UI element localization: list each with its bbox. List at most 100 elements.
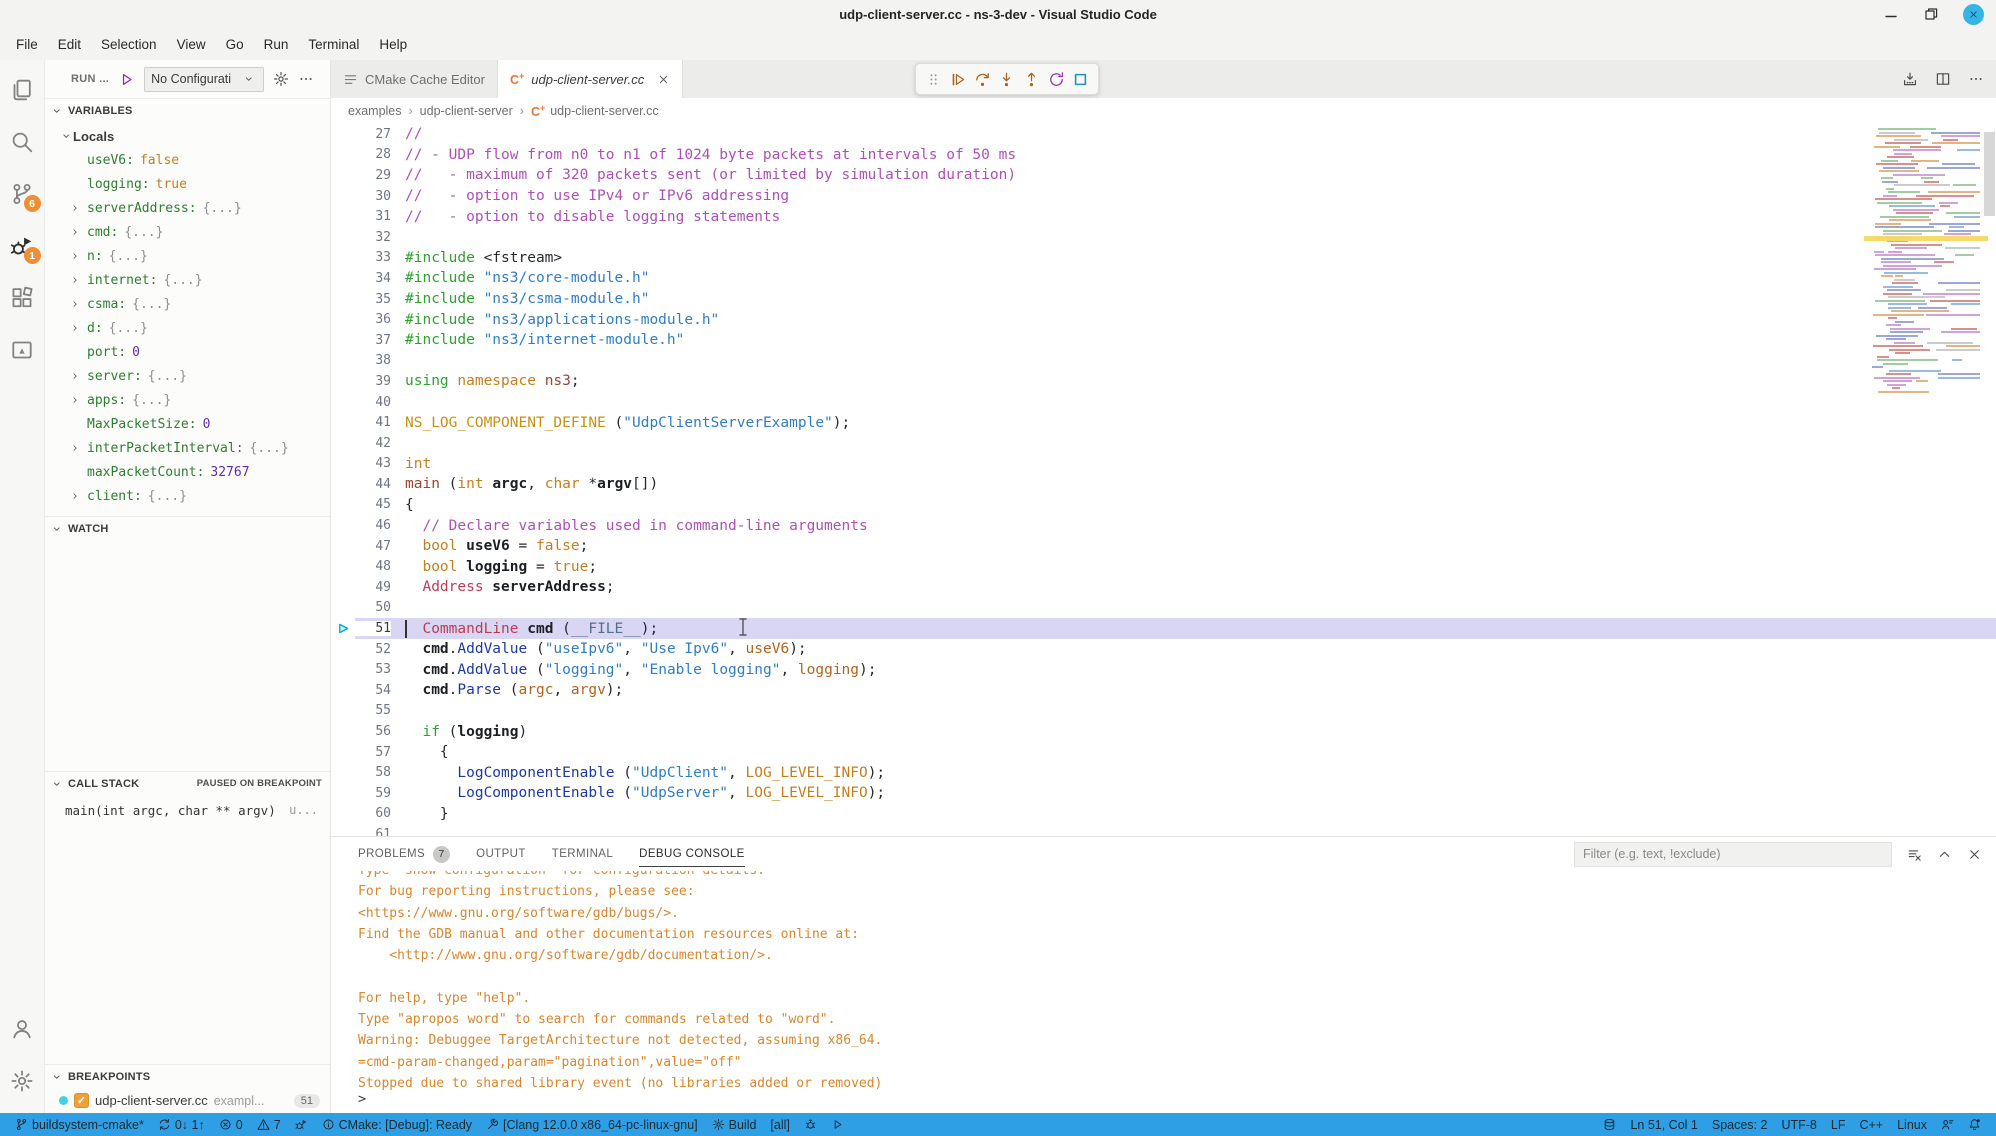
breakpoint-gutter[interactable]	[331, 186, 355, 207]
call-stack-section-header[interactable]: › CALL STACK PAUSED ON BREAKPOINT	[45, 771, 330, 795]
breakpoint-gutter[interactable]	[331, 371, 355, 392]
activity-account[interactable]	[0, 1003, 45, 1055]
code-line-31[interactable]: 31// - option to disable logging stateme…	[331, 206, 1996, 227]
code-line-27[interactable]: 27//	[331, 124, 1996, 145]
code-line-42[interactable]: 42	[331, 433, 1996, 454]
breakpoint-gutter[interactable]	[331, 495, 355, 516]
menu-run[interactable]: Run	[254, 33, 299, 56]
breakpoint-gutter[interactable]	[331, 680, 355, 701]
variable-row-apps[interactable]: ›apps:{...}	[45, 388, 330, 412]
code-line-46[interactable]: 46 // Declare variables used in command-…	[331, 515, 1996, 536]
step-over-button[interactable]	[971, 68, 993, 90]
scope-locals[interactable]: › Locals	[45, 124, 330, 148]
code-line-59[interactable]: 59 LogComponentEnable ("UdpServer", LOG_…	[331, 783, 1996, 804]
status-warning-count[interactable]: 7	[250, 1113, 288, 1136]
status-encoding[interactable]: UTF-8	[1774, 1113, 1823, 1136]
code-line-34[interactable]: 34#include "ns3/core-module.h"	[331, 268, 1996, 289]
clear-console-icon[interactable]	[1907, 847, 1922, 862]
restart-button[interactable]	[1045, 68, 1067, 90]
breakpoint-gutter[interactable]	[331, 721, 355, 742]
console-filter-input[interactable]	[1574, 842, 1892, 867]
variable-row-client[interactable]: ›client:{...}	[45, 484, 330, 508]
editor-scrollbar[interactable]	[1984, 132, 1995, 216]
variable-row-n[interactable]: ›n:{...}	[45, 244, 330, 268]
breakpoint-gutter[interactable]	[331, 556, 355, 577]
code-line-41[interactable]: 41NS_LOG_COMPONENT_DEFINE ("UdpClientSer…	[331, 412, 1996, 433]
restore-icon[interactable]	[1923, 6, 1939, 22]
code-line-56[interactable]: 56 if (logging)	[331, 721, 1996, 742]
code-line-57[interactable]: 57 {	[331, 742, 1996, 763]
breakpoint-gutter[interactable]	[331, 433, 355, 454]
status-feedback[interactable]	[1934, 1113, 1961, 1136]
activity-testing[interactable]	[0, 324, 45, 376]
breakpoint-gutter[interactable]	[331, 206, 355, 227]
code-line-29[interactable]: 29// - maximum of 320 packets sent (or l…	[331, 165, 1996, 186]
code-line-33[interactable]: 33#include <fstream>	[331, 248, 1996, 269]
variable-row-d[interactable]: ›d:{...}	[45, 316, 330, 340]
code-editor[interactable]: 27//28// - UDP flow from n0 to n1 of 102…	[331, 124, 1996, 836]
watch-section-header[interactable]: › WATCH	[45, 516, 330, 540]
start-debugging-button[interactable]	[118, 71, 135, 88]
activity-run-and-debug[interactable]: 1	[0, 220, 45, 272]
activity-search[interactable]	[0, 116, 45, 168]
call-stack-frame[interactable]: main(int argc, char ** argv) u...	[45, 798, 330, 822]
menu-help[interactable]: Help	[369, 33, 417, 56]
status-cmake-build[interactable]: Build	[705, 1113, 764, 1136]
code-line-52[interactable]: 52 cmd.AddValue ("useIpv6", "Use Ipv6", …	[331, 639, 1996, 660]
code-line-28[interactable]: 28// - UDP flow from n0 to n1 of 1024 by…	[331, 145, 1996, 166]
variable-row-internet[interactable]: ›internet:{...}	[45, 268, 330, 292]
breakpoint-gutter[interactable]	[331, 639, 355, 660]
breakpoint-gutter[interactable]	[331, 762, 355, 783]
breadcrumb-udp-client-server.cc[interactable]: C+udp-client-server.cc	[531, 103, 659, 119]
collapse-panel-icon[interactable]	[1937, 847, 1952, 862]
status-eol-sequence[interactable]: LF	[1824, 1113, 1853, 1136]
variable-row-csma[interactable]: ›csma:{...}	[45, 292, 330, 316]
variable-row-maxPacketCount[interactable]: maxPacketCount:32767	[45, 460, 330, 484]
more-actions-icon[interactable]	[298, 71, 314, 87]
code-line-35[interactable]: 35#include "ns3/csma-module.h"	[331, 289, 1996, 310]
stop-button[interactable]	[1070, 68, 1092, 90]
menu-edit[interactable]: Edit	[48, 33, 91, 56]
breakpoint-gutter[interactable]	[331, 165, 355, 186]
code-line-32[interactable]: 32	[331, 227, 1996, 248]
menu-go[interactable]: Go	[216, 33, 254, 56]
code-line-43[interactable]: 43int	[331, 454, 1996, 475]
breakpoint-gutter[interactable]	[331, 330, 355, 351]
breakpoint-gutter[interactable]	[331, 701, 355, 722]
status-cmake-build-target[interactable]: [all]	[763, 1113, 796, 1136]
code-line-38[interactable]: 38	[331, 351, 1996, 372]
code-line-45[interactable]: 45{	[331, 495, 1996, 516]
minimize-icon[interactable]	[1883, 6, 1899, 22]
close-icon[interactable]	[1963, 4, 1984, 25]
breakpoint-gutter[interactable]	[331, 515, 355, 536]
split-editor-icon[interactable]	[1935, 71, 1951, 87]
debug-current-line-icon[interactable]	[331, 618, 355, 639]
activity-extensions[interactable]	[0, 272, 45, 324]
variables-section-header[interactable]: › VARIABLES	[45, 98, 330, 122]
tab-udp-client-server[interactable]: C+ udp-client-server.cc	[498, 60, 683, 98]
code-line-54[interactable]: 54 cmd.Parse (argc, argv);	[331, 680, 1996, 701]
breakpoint-gutter[interactable]	[331, 268, 355, 289]
breakpoint-item[interactable]: ✓ udp-client-server.cc exampl... 51	[45, 1088, 330, 1113]
panel-tab-terminal[interactable]: TERMINAL	[552, 837, 613, 871]
status-sync-changes[interactable]: 0↓ 1↑	[151, 1113, 212, 1136]
breakpoint-gutter[interactable]	[331, 659, 355, 680]
breakpoint-gutter[interactable]	[331, 742, 355, 763]
status-cache-indicator[interactable]	[1596, 1113, 1623, 1136]
activity-explorer[interactable]	[0, 64, 45, 116]
status-cmake-debug-target[interactable]	[797, 1113, 824, 1136]
breakpoint-gutter[interactable]	[331, 412, 355, 433]
breakpoints-section-header[interactable]: › BREAKPOINTS	[45, 1064, 330, 1088]
menu-view[interactable]: View	[167, 33, 216, 56]
code-line-37[interactable]: 37#include "ns3/internet-module.h"	[331, 330, 1996, 351]
variable-row-interPacketInterval[interactable]: ›interPacketInterval:{...}	[45, 436, 330, 460]
close-panel-icon[interactable]	[1967, 847, 1982, 862]
code-line-36[interactable]: 36#include "ns3/applications-module.h"	[331, 309, 1996, 330]
code-line-47[interactable]: 47 bool useV6 = false;	[331, 536, 1996, 557]
activity-settings[interactable]	[0, 1055, 45, 1107]
panel-tab-debug-console[interactable]: DEBUG CONSOLE	[639, 837, 745, 871]
breakpoint-gutter[interactable]	[331, 145, 355, 166]
step-out-button[interactable]	[1021, 68, 1043, 90]
variable-row-logging[interactable]: logging:true	[45, 172, 330, 196]
breadcrumb-udp-client-server[interactable]: udp-client-server	[420, 104, 513, 118]
